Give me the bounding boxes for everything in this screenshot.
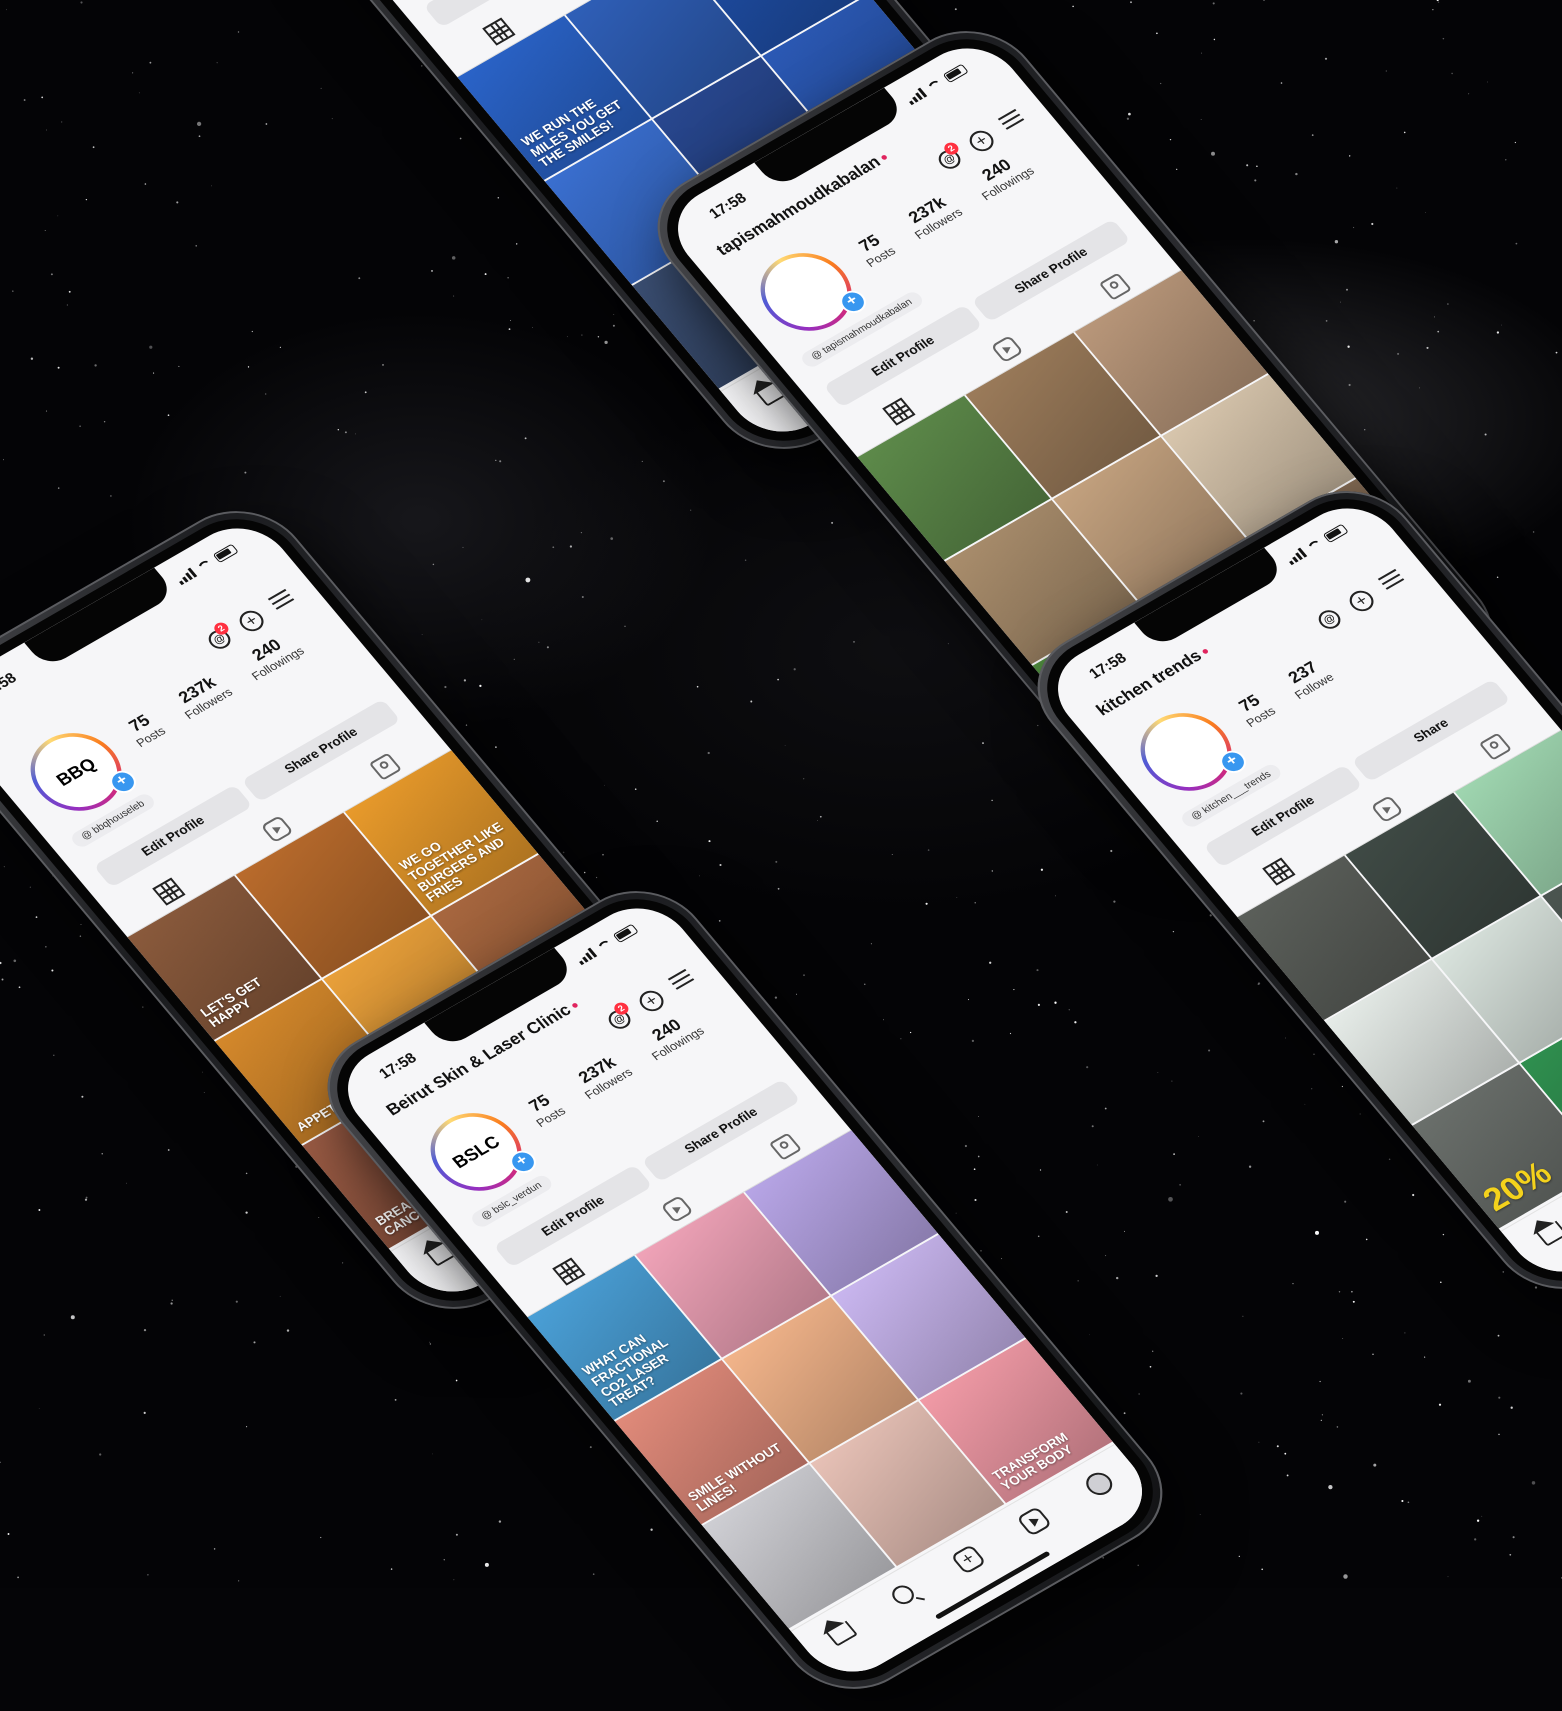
posts-count[interactable]: 75 Posts <box>120 708 168 750</box>
tagged-tab-icon[interactable] <box>368 752 402 781</box>
following-count[interactable]: 240 Followings <box>236 628 307 683</box>
signal-icon <box>1285 547 1308 566</box>
wifi-icon <box>595 937 615 953</box>
status-time: 17:58 <box>705 189 751 223</box>
following-count[interactable]: 240 Followings <box>636 1008 707 1063</box>
tagged-tab-icon[interactable] <box>768 1132 802 1161</box>
followers-count[interactable]: 237k Followers <box>569 1050 636 1102</box>
search-icon[interactable] <box>888 1581 919 1608</box>
signal-icon <box>905 87 928 106</box>
reels-icon[interactable] <box>1015 1506 1053 1537</box>
tagged-tab-icon[interactable] <box>1098 272 1132 301</box>
status-time: 17:58 <box>375 1049 421 1083</box>
posts-count[interactable]: 75 Posts <box>850 228 898 270</box>
grid-tab-icon[interactable] <box>152 877 186 906</box>
followers-count[interactable]: 237k Followers <box>169 670 236 722</box>
wifi-icon <box>1305 537 1325 553</box>
followers-count[interactable]: 237k Followers <box>899 190 966 242</box>
notification-dot <box>571 1002 579 1009</box>
battery-icon <box>942 63 969 84</box>
notification-dot <box>1201 648 1210 655</box>
profile-stats: 75 Posts 237 Followe <box>1230 642 1359 730</box>
status-time: 17:58 <box>0 669 21 703</box>
home-icon[interactable] <box>1535 1220 1562 1247</box>
followers-count[interactable]: 237 Followe <box>1279 655 1336 702</box>
profile-username <box>0 720 3 740</box>
posts-count[interactable]: 75 Posts <box>1230 688 1278 730</box>
grid-tab-icon[interactable] <box>1262 857 1296 886</box>
posts-count[interactable]: 75 Posts <box>520 1088 568 1130</box>
signal-icon <box>575 947 598 966</box>
following-count[interactable] <box>1337 642 1359 668</box>
wifi-icon <box>195 557 215 573</box>
reels-tab-icon[interactable] <box>260 815 294 844</box>
battery-icon <box>612 923 639 944</box>
reels-tab-icon[interactable] <box>990 335 1024 364</box>
tagged-tab-icon[interactable] <box>1478 732 1512 761</box>
grid-tab-icon[interactable] <box>482 17 516 46</box>
grid-tab-icon[interactable] <box>552 1257 586 1286</box>
home-icon[interactable] <box>825 1620 858 1647</box>
reels-tab-icon[interactable] <box>1370 795 1404 824</box>
battery-icon <box>1322 523 1349 544</box>
grid-tab-icon[interactable] <box>882 397 916 426</box>
profile-avatar-icon[interactable] <box>1081 1468 1118 1500</box>
following-count[interactable]: 240 Followings <box>966 148 1037 203</box>
new-post-icon[interactable]: + <box>950 1544 987 1575</box>
signal-icon <box>175 567 198 586</box>
notification-dot <box>880 154 889 161</box>
battery-icon <box>212 543 239 564</box>
wifi-icon <box>925 77 945 93</box>
status-time: 17:58 <box>1085 649 1131 683</box>
reels-tab-icon[interactable] <box>660 1195 694 1224</box>
